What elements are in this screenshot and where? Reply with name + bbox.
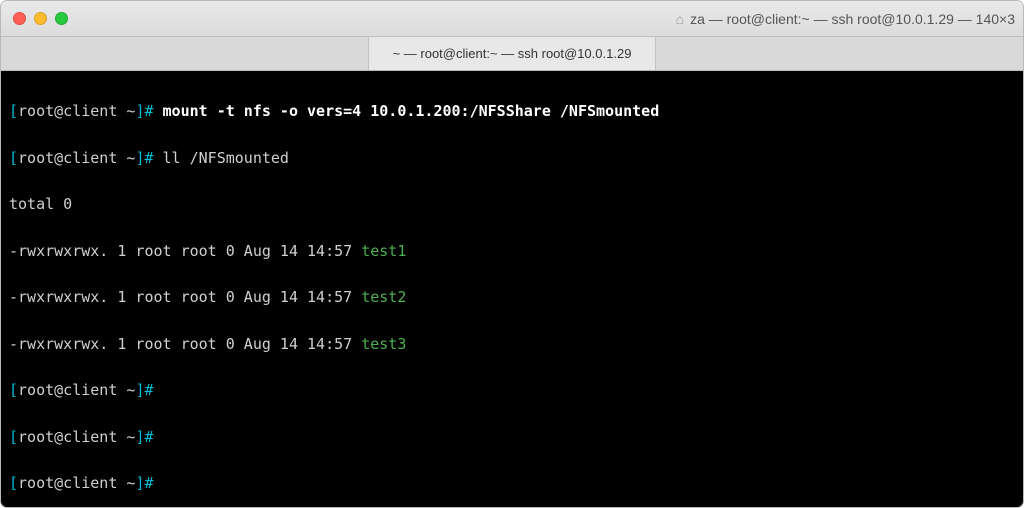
terminal-line: -rwxrwxrwx. 1 root root 0 Aug 14 14:57 t… xyxy=(9,333,1015,356)
traffic-lights xyxy=(13,12,68,25)
window-title-text: za — root@client:~ — ssh root@10.0.1.29 … xyxy=(690,11,1015,27)
titlebar: ⌂ za — root@client:~ — ssh root@10.0.1.2… xyxy=(1,1,1023,37)
minimize-icon[interactable] xyxy=(34,12,47,25)
terminal-line: [root@client ~]# mount -t nfs -o vers=4 … xyxy=(9,100,1015,123)
terminal-line: total 0 xyxy=(9,193,1015,216)
terminal-window: ⌂ za — root@client:~ — ssh root@10.0.1.2… xyxy=(0,0,1024,508)
tab-active[interactable]: ~ — root@client:~ — ssh root@10.0.1.29 xyxy=(368,37,657,70)
file-name: test1 xyxy=(361,242,406,260)
tab-label: ~ — root@client:~ — ssh root@10.0.1.29 xyxy=(393,46,632,61)
terminal-line: -rwxrwxrwx. 1 root root 0 Aug 14 14:57 t… xyxy=(9,240,1015,263)
file-name: test3 xyxy=(361,335,406,353)
tab-bar: ~ — root@client:~ — ssh root@10.0.1.29 xyxy=(1,37,1023,71)
file-name: test2 xyxy=(361,288,406,306)
terminal-line: -rwxrwxrwx. 1 root root 0 Aug 14 14:57 t… xyxy=(9,286,1015,309)
home-icon: ⌂ xyxy=(676,11,684,27)
command-text: mount -t nfs -o vers=4 10.0.1.200:/NFSSh… xyxy=(163,102,660,120)
terminal-line: [root@client ~]# xyxy=(9,472,1015,495)
terminal-line: [root@client ~]# xyxy=(9,379,1015,402)
command-text: ll /NFSmounted xyxy=(163,149,289,167)
terminal-body[interactable]: [root@client ~]# mount -t nfs -o vers=4 … xyxy=(1,71,1023,507)
terminal-line: [root@client ~]# xyxy=(9,426,1015,449)
close-icon[interactable] xyxy=(13,12,26,25)
window-title: ⌂ za — root@client:~ — ssh root@10.0.1.2… xyxy=(676,1,1015,36)
terminal-line: [root@client ~]# ll /NFSmounted xyxy=(9,147,1015,170)
zoom-icon[interactable] xyxy=(55,12,68,25)
